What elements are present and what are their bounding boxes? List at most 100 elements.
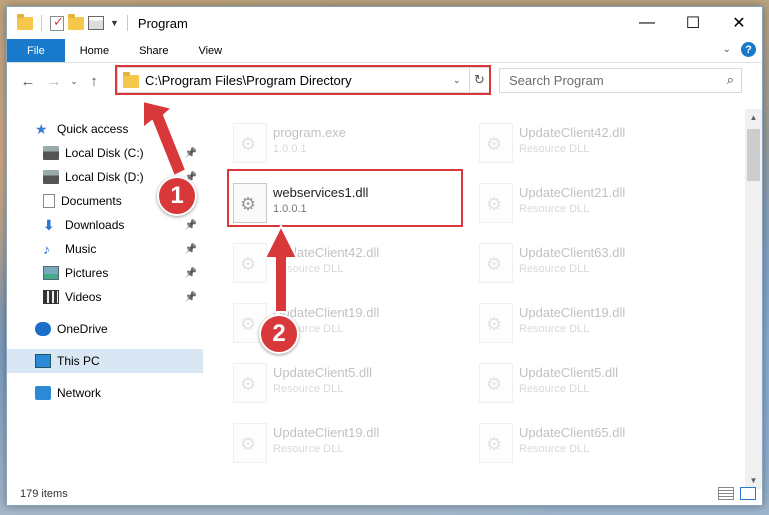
file-name: UpdateClient5.dll (519, 365, 619, 380)
sidebar-item-videos[interactable]: Videos 📌 (7, 285, 203, 309)
disk-icon (43, 170, 59, 184)
back-arrow-icon[interactable]: ← (15, 73, 41, 90)
sidebar-item-label: Videos (65, 290, 102, 304)
pictures-icon (43, 266, 59, 280)
file-item[interactable]: UpdateClient5.dll Resource DLL (203, 355, 443, 409)
ribbon-tabs: File Home Share View ⌄ ? (7, 39, 762, 63)
exe-file-icon (233, 123, 267, 163)
file-description: Resource DLL (519, 203, 590, 215)
file-item[interactable]: UpdateClient63.dll Resource DLL (449, 235, 689, 289)
sidebar-item-label: Network (57, 386, 102, 400)
pin-icon[interactable]: 📌 (185, 244, 197, 255)
videos-icon (43, 290, 59, 304)
sidebar-item-label: OneDrive (57, 322, 108, 336)
this-pc-icon (35, 354, 51, 368)
file-text: UpdateClient19.dll Resource DLL (273, 415, 379, 455)
maximize-button[interactable]: ☐ (670, 7, 716, 39)
dll-file-icon (479, 183, 513, 223)
dll-file-icon (479, 243, 513, 283)
properties-check-icon[interactable] (50, 14, 64, 31)
scrollbar-thumb[interactable] (747, 129, 760, 181)
recent-locations-icon[interactable]: ⌄ (67, 76, 81, 87)
details-view-icon[interactable] (718, 487, 734, 500)
file-text: UpdateClient5.dll Resource DLL (519, 355, 618, 395)
sidebar-item-quick-access[interactable]: ★ Quick access (7, 117, 203, 141)
help-icon[interactable]: ? (741, 42, 756, 57)
file-item[interactable]: UpdateClient19.dll Resource DLL (449, 295, 689, 349)
tab-file[interactable]: File (7, 39, 65, 62)
file-item[interactable]: UpdateClient42.dll Resource DLL (203, 235, 443, 289)
file-item[interactable]: UpdateClient21.dll Resource DLL (449, 175, 689, 229)
sidebar-item-label: Documents (61, 194, 122, 208)
sidebar-item-downloads[interactable]: ⬇ Downloads 📌 (7, 213, 203, 237)
documents-icon (43, 194, 55, 208)
dll-file-icon (233, 423, 267, 463)
pin-icon[interactable]: 📌 (185, 268, 197, 279)
sidebar-item-pictures[interactable]: Pictures 📌 (7, 261, 203, 285)
up-arrow-icon[interactable]: ↑ (81, 73, 107, 90)
file-name: UpdateClient21.dll (519, 185, 626, 200)
sidebar-item-onedrive[interactable]: OneDrive (7, 317, 203, 341)
file-text: UpdateClient65.dll Resource DLL (519, 415, 625, 455)
file-item[interactable]: UpdateClient65.dll Resource DLL (449, 415, 689, 469)
star-icon: ★ (35, 121, 48, 137)
sidebar-item-local-disk-c[interactable]: Local Disk (C:) 📌 (7, 141, 203, 165)
file-item[interactable]: UpdateClient5.dll Resource DLL (449, 355, 689, 409)
scroll-up-icon[interactable]: ▲ (745, 109, 762, 126)
title-bar: ▼ Program — ☐ ✕ (7, 7, 762, 39)
close-button[interactable]: ✕ (716, 7, 762, 39)
minimize-button[interactable]: — (624, 7, 670, 39)
file-item[interactable]: UpdateClient19.dllResource DLL (203, 415, 443, 469)
file-text: UpdateClient19.dll Resource DLL (519, 295, 625, 335)
sidebar-item-label: Pictures (65, 266, 109, 280)
file-item[interactable]: UpdateClient42.dll Resource DLL (449, 115, 689, 169)
window-controls: — ☐ ✕ (624, 7, 762, 39)
sidebar-item-label: Music (65, 242, 97, 256)
file-item[interactable]: UpdateClient19.dllResource DLL (203, 295, 443, 349)
vertical-scrollbar[interactable]: ▲ ▼ (745, 109, 762, 489)
tab-share[interactable]: Share (124, 39, 183, 62)
pin-icon[interactable]: 📌 (185, 148, 197, 159)
sidebar-item-network[interactable]: Network (7, 381, 203, 405)
file-description: Resource DLL (519, 323, 590, 335)
search-icon[interactable]: ⌕ (727, 72, 734, 88)
new-folder-icon[interactable] (68, 13, 84, 30)
chevron-down-icon[interactable]: ▼ (110, 18, 119, 28)
network-icon (35, 386, 51, 400)
file-name: UpdateClient65.dll (519, 425, 626, 440)
file-text: UpdateClient21.dll Resource DLL (519, 175, 625, 215)
tab-view[interactable]: View (183, 39, 237, 62)
file-text: UpdateClient42.dll Resource DLL (273, 235, 379, 275)
navigation-pane: ★ Quick access Local Disk (C:) 📌 Local Disk … (7, 109, 203, 479)
disk-icon (43, 146, 59, 160)
file-description: Resource DLL (273, 383, 344, 395)
file-item[interactable]: program.exe 1.0.0.1 (203, 115, 443, 169)
sidebar-item-label: Local Disk (C:) (65, 146, 144, 160)
file-description: Resource DLL (519, 383, 590, 395)
pin-icon[interactable]: 📌 (185, 292, 197, 303)
sidebar-item-music[interactable]: ♪ Music 📌 (7, 237, 203, 261)
view-options-icon[interactable] (88, 16, 104, 30)
dll-file-icon (233, 363, 267, 403)
step-1-badge: 1 (157, 176, 197, 216)
tab-home[interactable]: Home (65, 39, 124, 62)
file-description: Resource DLL (519, 263, 590, 275)
forward-arrow-icon[interactable]: → (41, 73, 67, 90)
search-box[interactable]: Search Program ⌕ (499, 68, 742, 93)
sidebar-item-this-pc[interactable]: This PC (7, 349, 203, 373)
expand-ribbon-icon[interactable]: ⌄ (723, 44, 731, 55)
dll-file-icon (479, 363, 513, 403)
window-title: Program (137, 15, 188, 31)
file-description: Resource DLL (519, 143, 590, 155)
search-placeholder: Search Program (509, 73, 604, 88)
file-highlight-box (227, 169, 463, 227)
file-text: UpdateClient5.dll Resource DLL (273, 355, 372, 395)
file-description: Resource DLL (273, 263, 344, 275)
large-icons-view-icon[interactable] (740, 487, 756, 500)
file-name: UpdateClient19.dll (273, 425, 380, 440)
file-text: UpdateClient63.dll Resource DLL (519, 235, 625, 275)
status-bar: 179 items (7, 483, 762, 505)
pin-icon[interactable]: 📌 (185, 220, 197, 231)
file-name: program.exe (273, 125, 346, 140)
file-name: UpdateClient19.dll (519, 305, 626, 320)
